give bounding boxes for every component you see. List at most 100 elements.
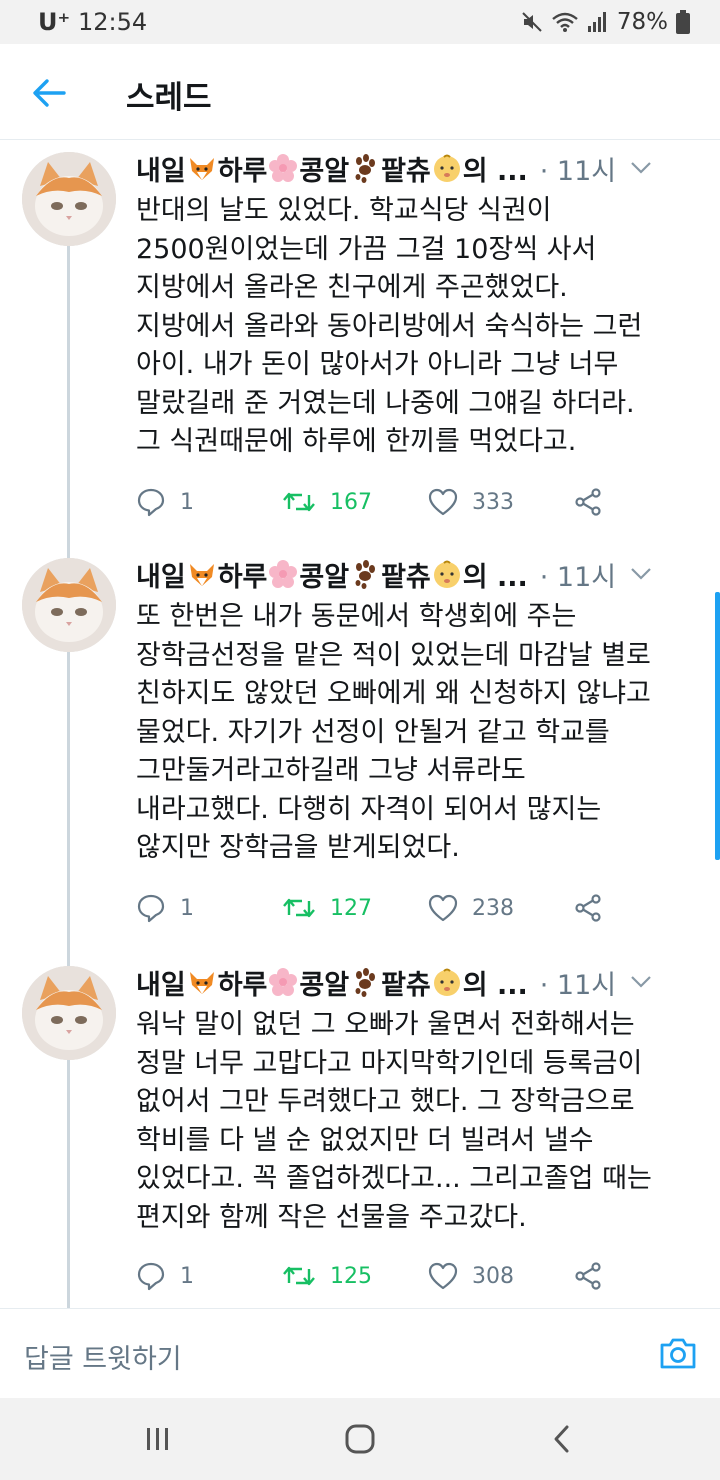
baby-emoji-icon (433, 154, 460, 182)
avatar[interactable] (22, 152, 116, 246)
baby-emoji-icon (433, 560, 460, 588)
page-title: 스레드 (126, 80, 212, 116)
retweet-button[interactable]: 127 (282, 888, 372, 928)
nav-back-button[interactable] (542, 1420, 582, 1458)
fox-emoji-icon (189, 158, 214, 180)
reply-count: 1 (180, 1263, 194, 1289)
retweet-count: 127 (330, 895, 372, 921)
tweet-header: 내일 하루 콩알 팥츄 의 ... · 11시 (136, 962, 702, 1002)
paw-prints-emoji-icon (355, 154, 376, 183)
recent-apps-button[interactable] (138, 1420, 178, 1458)
carrier-label: U⁺ (38, 8, 71, 36)
author-name-part: 콩알 (299, 155, 350, 187)
thread: 내일 하루 콩알 팥츄 의 ... · 11시 반대의 날도 있었다. 학교식당… (0, 140, 720, 1308)
like-count: 333 (472, 489, 514, 515)
share-icon (575, 488, 601, 516)
chevron-down-icon (631, 568, 651, 580)
back-icon (554, 1425, 569, 1453)
battery-icon (676, 10, 690, 34)
status-icons: 78% (521, 7, 690, 37)
share-button[interactable] (574, 1256, 602, 1296)
author-name-part: 팥츄 (381, 561, 431, 593)
retweet-button[interactable]: 125 (282, 1256, 372, 1296)
tweet-time[interactable]: · 11시 (540, 963, 616, 1002)
tweet-header: 내일 하루 콩알 팥츄 의 ... · 11시 (136, 554, 702, 594)
wifi-icon (552, 12, 578, 32)
tweet-menu-button[interactable] (628, 155, 654, 181)
status-time: 12:54 (78, 8, 148, 36)
heart-icon (428, 488, 458, 516)
avatar[interactable] (22, 966, 116, 1060)
tweet[interactable]: 내일 하루 콩알 팥츄 의 ... · 11시 반대의 날도 있었다. 학교식당… (0, 140, 720, 544)
reply-count: 1 (180, 489, 194, 515)
author-name-part: 하루 (217, 155, 268, 187)
tweet[interactable]: 내일 하루 콩알 팥츄 의 ... · 11시 워낙 말이 없던 그 오빠가 울… (0, 954, 720, 1308)
signal-icon (587, 12, 606, 32)
author-name-part: 내일 (136, 969, 186, 1001)
tweet-text: 워낙 말이 없던 그 오빠가 울면서 전화해서는 정말 너무 고맙다고 마지막학… (136, 1009, 652, 1233)
cherry-blossom-emoji-icon (269, 560, 298, 588)
system-nav-bar (0, 1398, 720, 1480)
reply-icon (137, 1262, 165, 1291)
app-header: 스레드 (0, 44, 720, 140)
retweet-count: 167 (330, 489, 372, 515)
paw-prints-emoji-icon (355, 968, 376, 997)
author-name-part: 의 ... (462, 969, 528, 1001)
tweet-time[interactable]: · 11시 (540, 149, 616, 188)
cat-avatar-image (22, 558, 116, 652)
cherry-blossom-emoji-icon (269, 968, 298, 996)
back-button[interactable] (26, 70, 72, 116)
tweet[interactable]: 내일 하루 콩알 팥츄 의 ... · 11시 또 한번은 내가 동문에서 학생… (0, 546, 720, 950)
author-name[interactable]: 내일 하루 콩알 팥츄 의 ... (136, 555, 528, 594)
retweet-icon (283, 1266, 315, 1286)
arrow-left-icon (33, 79, 66, 107)
reply-button[interactable]: 1 (136, 482, 194, 522)
share-button[interactable] (574, 482, 602, 522)
tweet-text: 또 한번은 내가 동문에서 학생회에 주는 장학금선정을 맡은 적이 있었는데 … (136, 601, 651, 863)
reply-count: 1 (180, 895, 194, 921)
author-name-part: 의 ... (462, 155, 528, 187)
recent-apps-icon (147, 1428, 168, 1450)
reply-icon (137, 894, 165, 923)
tweet-menu-button[interactable] (628, 561, 654, 587)
home-icon (345, 1424, 375, 1454)
share-button[interactable] (574, 888, 602, 928)
like-count: 238 (472, 895, 514, 921)
like-button[interactable]: 238 (428, 888, 514, 928)
cat-avatar-image (22, 966, 116, 1060)
chevron-down-icon (631, 976, 651, 988)
retweet-button[interactable]: 167 (282, 482, 372, 522)
reply-bar: 답글 트윗하기 (0, 1308, 720, 1398)
reply-button[interactable]: 1 (136, 1256, 194, 1296)
baby-emoji-icon (433, 968, 460, 996)
avatar[interactable] (22, 558, 116, 652)
like-count: 308 (472, 1263, 514, 1289)
share-icon (575, 894, 601, 922)
author-name-part: 하루 (217, 969, 268, 1001)
like-button[interactable]: 308 (428, 1256, 514, 1296)
battery-percent: 78% (616, 9, 668, 35)
home-button[interactable] (340, 1420, 380, 1458)
author-name-part: 내일 (136, 561, 186, 593)
mute-icon (522, 12, 542, 32)
heart-icon (428, 1262, 458, 1290)
cat-avatar-image (22, 152, 116, 246)
tweet-actions: 1 167 333 (136, 482, 616, 522)
author-name-part: 하루 (217, 561, 268, 593)
camera-button[interactable] (658, 1333, 698, 1373)
tweet-actions: 1 127 238 (136, 888, 616, 928)
tweet-time[interactable]: · 11시 (540, 555, 616, 594)
reply-input[interactable]: 답글 트윗하기 (24, 1337, 182, 1376)
like-button[interactable]: 333 (428, 482, 514, 522)
author-name[interactable]: 내일 하루 콩알 팥츄 의 ... (136, 963, 528, 1002)
tweet-header: 내일 하루 콩알 팥츄 의 ... · 11시 (136, 148, 702, 188)
reply-button[interactable]: 1 (136, 888, 194, 928)
reply-icon (137, 488, 165, 517)
author-name-part: 콩알 (299, 561, 350, 593)
author-name[interactable]: 내일 하루 콩알 팥츄 의 ... (136, 149, 528, 188)
tweet-actions: 1 125 308 (136, 1256, 616, 1296)
share-icon (575, 1262, 601, 1290)
camera-icon (660, 1338, 696, 1369)
author-name-part: 팥츄 (381, 155, 431, 187)
tweet-menu-button[interactable] (628, 969, 654, 995)
